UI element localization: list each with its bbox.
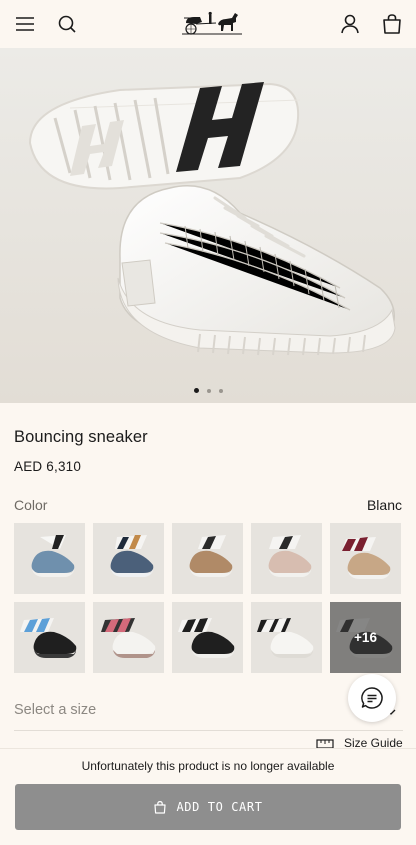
person-icon[interactable] (338, 12, 362, 36)
color-swatches: +16 (14, 523, 403, 673)
color-swatch-black-blue[interactable] (14, 602, 85, 673)
carousel-dot-1[interactable] (193, 388, 199, 393)
add-to-cart-button[interactable]: ADD TO CART (15, 784, 401, 830)
sneaker-camel (172, 523, 243, 594)
add-to-cart-label: ADD TO CART (176, 800, 263, 814)
color-swatch-white-black[interactable] (251, 602, 322, 673)
sneaker-pink (251, 523, 322, 594)
product-title: Bouncing sneaker (14, 428, 148, 446)
bottom-bar: Unfortunately this product is no longer … (0, 748, 416, 845)
carousel-dot-2[interactable] (206, 389, 211, 393)
chat-button[interactable] (348, 674, 396, 722)
color-swatch-camel[interactable] (172, 523, 243, 594)
ruler-icon (316, 739, 334, 748)
size-guide-label: Size Guide (344, 738, 403, 748)
hamburger-menu-icon[interactable] (13, 12, 37, 36)
color-swatch-white-pink[interactable] (93, 602, 164, 673)
product-image (0, 48, 416, 403)
color-swatch-navy[interactable] (93, 523, 164, 594)
selected-color: Blanc (366, 497, 402, 513)
size-select-placeholder: Select a size (14, 702, 97, 718)
sneaker-black-blue (14, 602, 85, 673)
size-divider (14, 730, 403, 731)
sneaker-white-pink (93, 602, 164, 673)
product-image-carousel[interactable] (0, 48, 416, 403)
sneaker-beige-red (330, 523, 401, 594)
color-swatch-blue[interactable] (14, 523, 85, 594)
search-icon[interactable] (55, 12, 79, 36)
horse-carriage-logo[interactable] (182, 9, 242, 37)
unavailable-message: Unfortunately this product is no longer … (81, 759, 335, 773)
sneaker-blue (14, 523, 85, 594)
size-select[interactable]: Select a size (14, 692, 403, 730)
carousel-dot-3[interactable] (218, 389, 223, 393)
sneaker-white-black (251, 602, 322, 673)
color-swatch-more[interactable]: +16 (330, 602, 401, 673)
sneaker-navy (93, 523, 164, 594)
sneaker-black-white (172, 602, 243, 673)
more-colors-count: +16 (354, 630, 377, 645)
color-swatch-black-white[interactable] (172, 602, 243, 673)
top-nav (0, 0, 416, 48)
chat-bubble-icon (361, 687, 383, 709)
color-label: Color (14, 497, 48, 513)
carousel-dots (0, 388, 416, 394)
shopping-bag-icon (154, 800, 167, 814)
size-guide-link[interactable]: Size Guide (316, 738, 416, 748)
product-price: AED 6,310 (14, 459, 82, 474)
color-swatch-beige-red[interactable] (330, 523, 401, 594)
shopping-bag-icon[interactable] (380, 12, 404, 36)
color-swatch-pink[interactable] (251, 523, 322, 594)
